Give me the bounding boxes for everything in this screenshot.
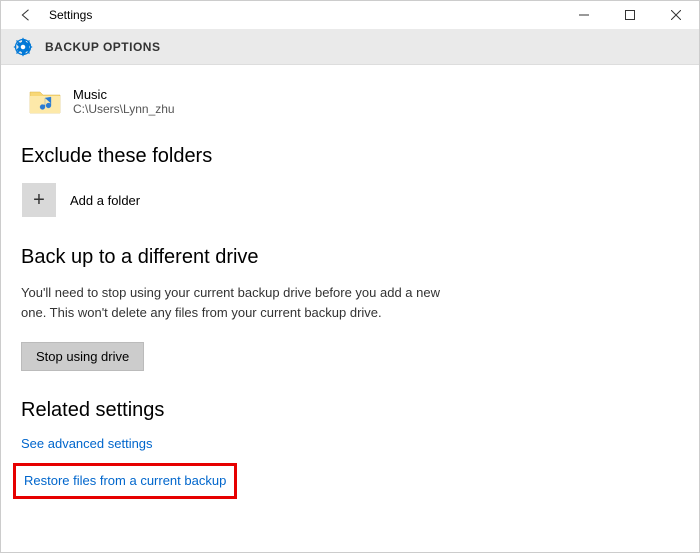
page-title: BACKUP OPTIONS [45,40,160,54]
highlighted-restore-link: Restore files from a current backup [13,463,237,499]
content-area: C:\Users\Public Music C:\Users\Lynn_zhu … [1,65,699,550]
back-button[interactable] [11,1,39,29]
link-advanced-settings[interactable]: See advanced settings [21,436,679,451]
maximize-button[interactable] [607,1,653,29]
folder-name: Music [73,87,175,102]
stop-using-drive-button[interactable]: Stop using drive [21,342,144,371]
gear-icon [13,37,33,57]
window-titlebar: Settings [1,1,699,29]
add-folder-button[interactable]: + Add a folder [21,182,679,218]
close-button[interactable] [653,1,699,29]
link-restore-files[interactable]: Restore files from a current backup [24,473,226,488]
plus-icon: + [22,183,56,217]
folder-item-music[interactable]: Music C:\Users\Lynn_zhu [29,85,679,117]
section-title-different-drive: Back up to a different drive [21,246,679,269]
different-drive-description: You'll need to stop using your current b… [21,283,441,322]
minimize-button[interactable] [561,1,607,29]
music-folder-icon [29,85,61,117]
section-title-related: Related settings [21,399,679,422]
section-title-exclude: Exclude these folders [21,145,679,168]
page-header: BACKUP OPTIONS [1,29,699,65]
folder-path: C:\Users\Lynn_zhu [73,102,175,116]
add-folder-label: Add a folder [70,193,140,208]
window-title: Settings [49,8,92,22]
